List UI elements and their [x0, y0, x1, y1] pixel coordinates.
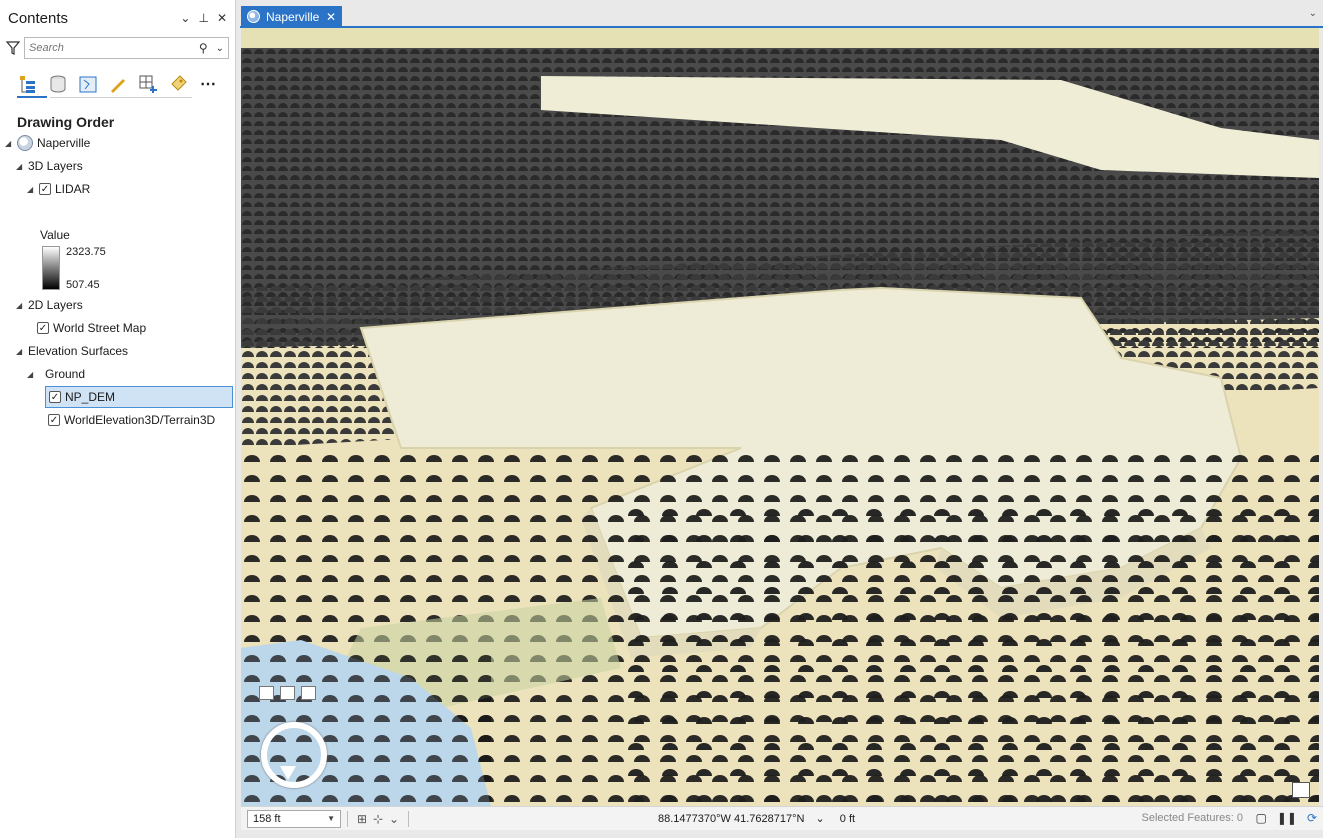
chevron-down-icon[interactable]: ▼	[327, 814, 335, 823]
np-dem-label: NP_DEM	[65, 390, 116, 404]
tree-node-world-street-map[interactable]: ✓ World Street Map	[37, 317, 146, 339]
navigator-full-extent-icon[interactable]	[280, 686, 295, 700]
refresh-icon[interactable]: ⟳	[1307, 811, 1317, 825]
pause-drawing-icon[interactable]: ❚❚	[1277, 811, 1297, 825]
collapse-icon[interactable]: ◢	[16, 162, 24, 171]
contents-title: Contents	[8, 9, 69, 27]
search-input[interactable]	[29, 42, 197, 54]
fixed-zoom-icon[interactable]: ⊞	[354, 811, 370, 827]
view-tab-bar: Naperville ✕ ⌄	[240, 4, 1323, 27]
pane-options-icon[interactable]: ⌄	[180, 11, 190, 25]
coordinate-readout[interactable]: 88.1477370°W 41.7628717°N ⌄ 0 ft	[658, 812, 855, 825]
divider	[408, 810, 409, 827]
tab-list-chevron-icon[interactable]: ⌄	[1309, 8, 1317, 19]
map-name-label: Naperville	[37, 136, 91, 150]
navigator-pan-icon[interactable]	[259, 686, 274, 700]
search-box[interactable]: ⚲ ⌄	[24, 37, 229, 59]
globe-icon	[247, 10, 260, 23]
tree-node-2d-layers[interactable]: ◢ 2D Layers	[16, 294, 83, 316]
toolbar-divider	[50, 97, 192, 98]
scale-value: 158 ft	[253, 812, 281, 825]
refresh-selection-icon[interactable]: ▢	[1255, 811, 1266, 825]
tree-node-np-dem[interactable]: ✓ NP_DEM	[45, 386, 233, 408]
street-map-visibility-checkbox[interactable]: ✓	[37, 322, 49, 334]
map-status-bar: 158 ft ▼ ⊞ ⊹ ⌄ 88.1477370°W 41.7628717°N…	[241, 806, 1323, 830]
navigator-first-person-icon[interactable]	[301, 686, 316, 700]
lidar-label: LIDAR	[55, 182, 91, 196]
elevation-group-label: Elevation Surfaces	[28, 344, 129, 358]
tab-label: Naperville	[266, 9, 320, 24]
scale-selector[interactable]: 158 ft ▼	[247, 809, 341, 828]
filter-icon[interactable]	[6, 41, 20, 55]
3d-scene-view[interactable]	[241, 28, 1319, 806]
selected-features-label: Selected Features: 0	[1141, 812, 1243, 824]
list-by-drawing-order-icon[interactable]	[18, 74, 38, 94]
divider	[347, 810, 348, 827]
collapse-icon[interactable]: ◢	[16, 347, 24, 356]
street-map-label: World Street Map	[53, 321, 147, 335]
group-3d-label: 3D Layers	[28, 159, 83, 173]
color-ramp-swatch	[42, 246, 60, 290]
terrain-label: WorldElevation3D/Terrain3D	[64, 413, 216, 427]
coordinate-format-chevron-icon[interactable]: ⌄	[815, 813, 824, 825]
list-by-snapping-icon[interactable]	[138, 74, 158, 94]
collapse-icon[interactable]: ◢	[16, 301, 24, 310]
notifications-icon[interactable]	[1292, 782, 1310, 798]
tab-naperville[interactable]: Naperville ✕	[241, 6, 342, 27]
snapping-icon[interactable]: ⊹	[370, 811, 386, 827]
search-icon[interactable]: ⚲	[199, 41, 208, 55]
ground-label: Ground	[45, 367, 86, 381]
arcgis-pro-window: Contents ⌄ ⊥ ✕ ⚲ ⌄	[0, 0, 1323, 838]
close-icon[interactable]: ✕	[217, 11, 227, 25]
group-2d-label: 2D Layers	[28, 298, 83, 312]
tree-node-lidar[interactable]: ◢ ✓ LIDAR	[27, 178, 90, 200]
list-by-selection-icon[interactable]	[78, 74, 98, 94]
chevron-down-icon[interactable]: ⌄	[386, 811, 402, 827]
active-tool-indicator	[17, 96, 47, 98]
collapse-icon[interactable]: ◢	[27, 185, 35, 194]
collapse-icon[interactable]: ◢	[27, 370, 35, 379]
legend-min-value: 507.45	[66, 279, 100, 291]
tree-node-terrain3d[interactable]: ✓ WorldElevation3D/Terrain3D	[48, 409, 215, 431]
legend-title: Value	[40, 228, 70, 242]
contents-pane: Contents ⌄ ⊥ ✕ ⚲ ⌄	[0, 0, 236, 838]
navigator-mode-buttons	[259, 686, 316, 700]
selected-features-count[interactable]: Selected Features: 0	[1141, 812, 1243, 824]
legend-max-value: 2323.75	[66, 246, 106, 258]
np-dem-visibility-checkbox[interactable]: ✓	[49, 391, 61, 403]
pin-icon[interactable]: ⊥	[198, 11, 208, 25]
list-by-labeling-icon[interactable]	[168, 74, 188, 94]
search-options-chevron-icon[interactable]: ⌄	[216, 43, 224, 54]
elevation-value: 0 ft	[839, 813, 856, 825]
contents-toolbar: ⋯	[0, 60, 235, 100]
lidar-visibility-checkbox[interactable]: ✓	[39, 183, 51, 195]
list-by-editing-icon[interactable]	[108, 74, 128, 94]
coordinates-value: 88.1477370°W 41.7628717°N	[658, 813, 805, 825]
scene-rendering[interactable]	[241, 28, 1319, 806]
navigator-north-arrow-icon[interactable]	[280, 766, 296, 780]
contents-header: Contents ⌄ ⊥ ✕	[0, 0, 235, 36]
tree-node-map[interactable]: ◢ Naperville	[5, 132, 90, 154]
tree-node-elevation-surfaces[interactable]: ◢ Elevation Surfaces	[16, 340, 128, 362]
tree-node-ground[interactable]: ◢ Ground	[27, 363, 85, 385]
globe-icon	[17, 135, 33, 151]
drawing-order-heading: Drawing Order	[17, 114, 115, 130]
tree-node-3d-layers[interactable]: ◢ 3D Layers	[16, 155, 83, 177]
more-options-icon[interactable]: ⋯	[198, 74, 218, 94]
list-by-data-source-icon[interactable]	[48, 74, 68, 94]
terrain-visibility-checkbox[interactable]: ✓	[48, 414, 60, 426]
collapse-icon[interactable]: ◢	[5, 139, 13, 148]
close-tab-icon[interactable]: ✕	[326, 10, 336, 24]
